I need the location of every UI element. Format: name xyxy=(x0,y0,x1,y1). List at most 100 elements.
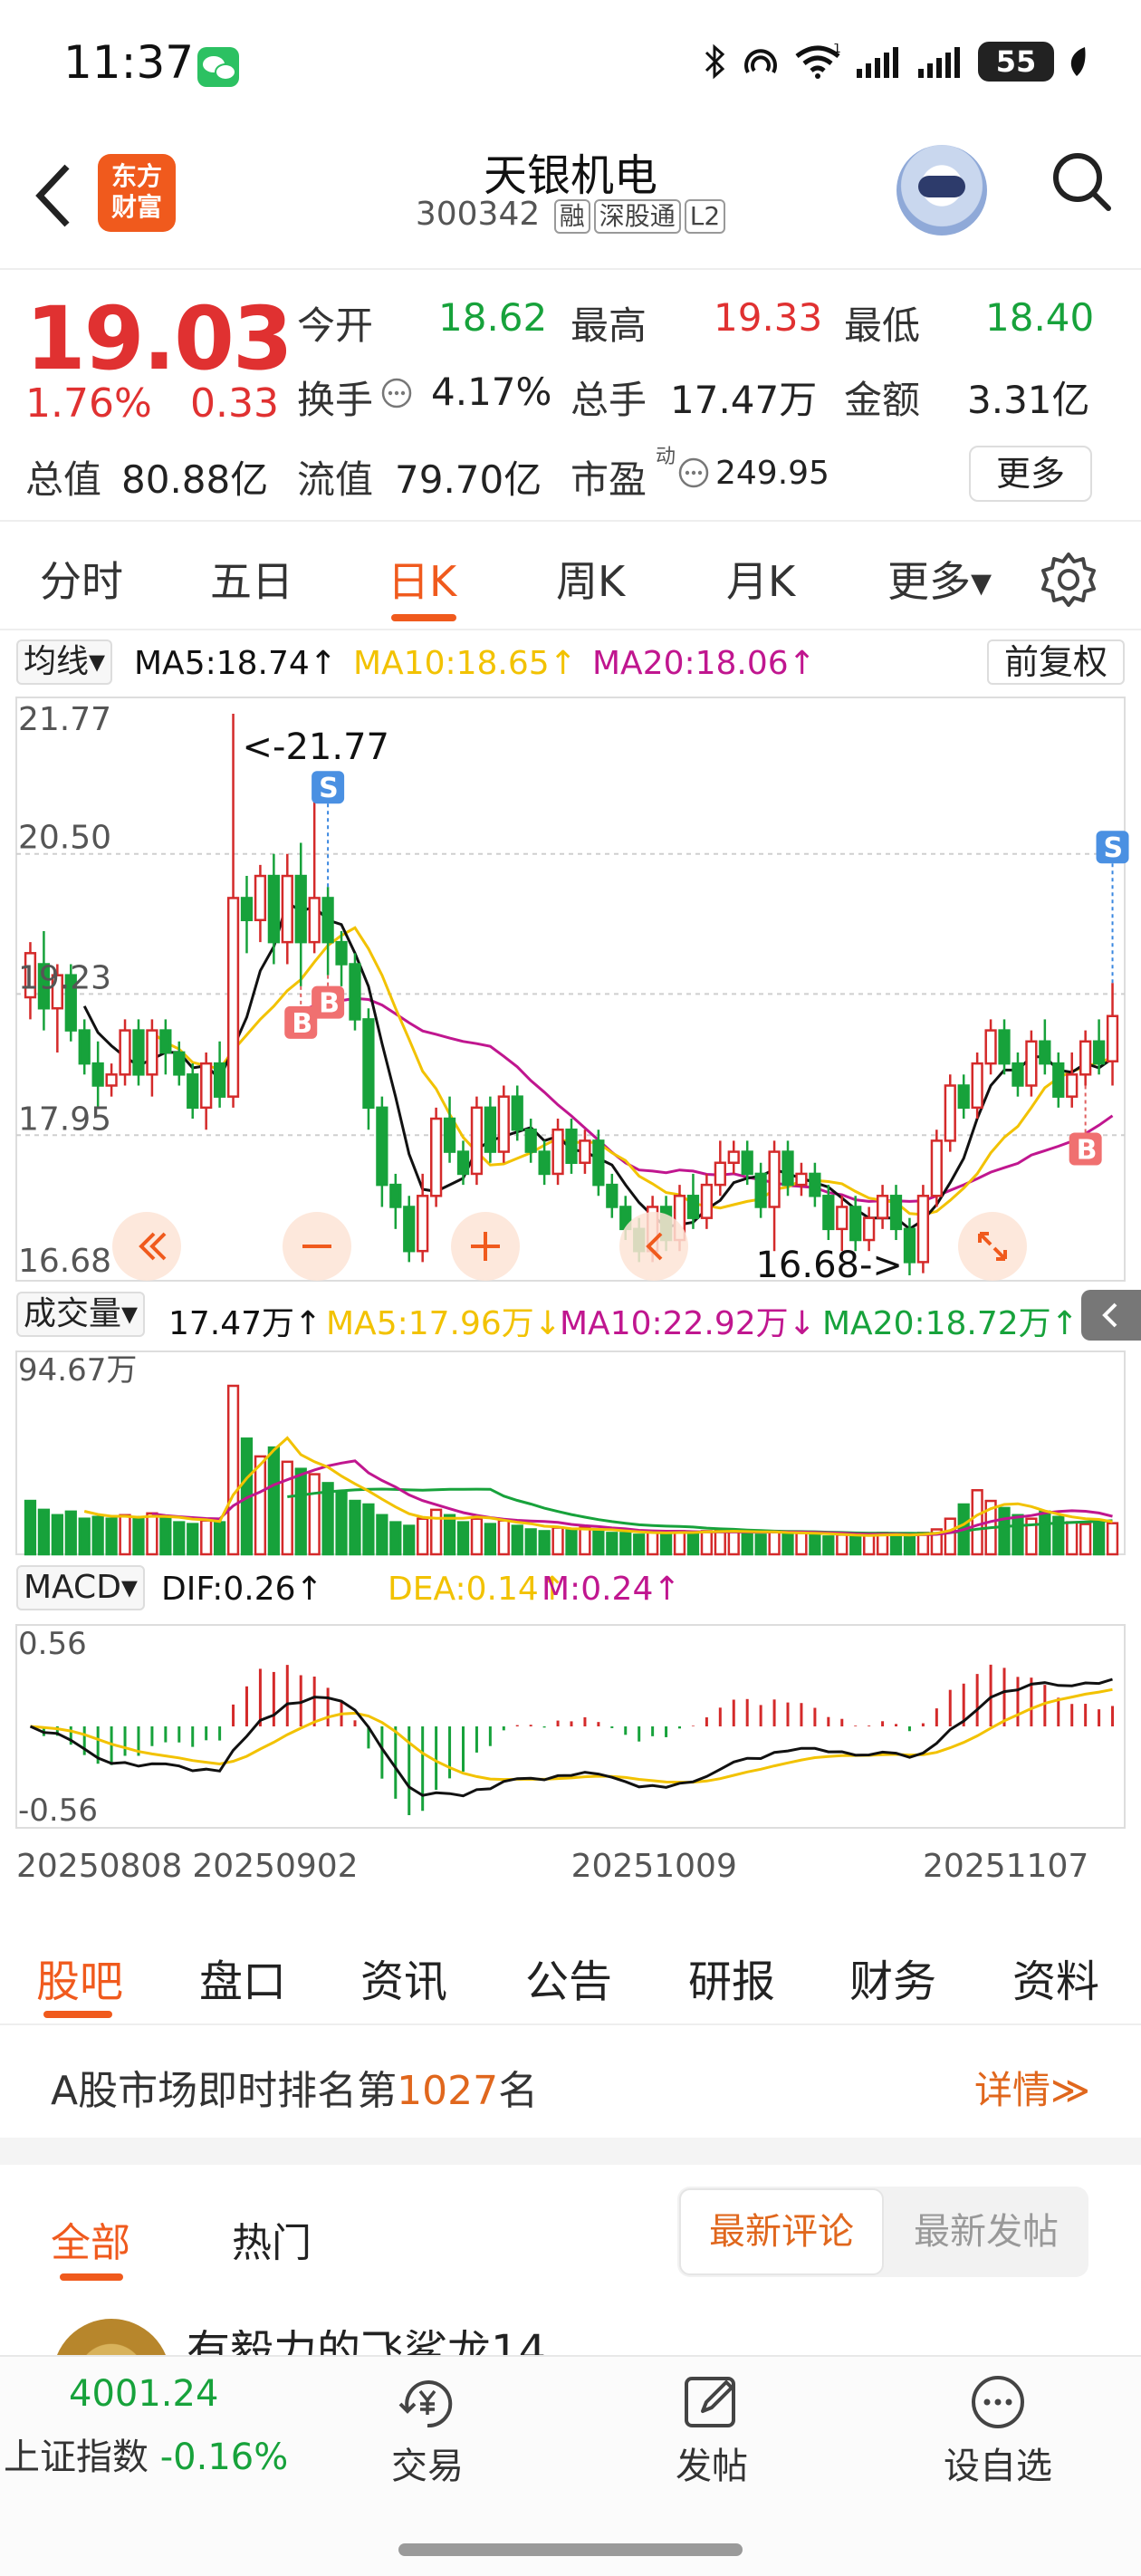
ranking-detail-link[interactable]: 详情≫ xyxy=(974,2060,1090,2115)
zoom-in-icon[interactable] xyxy=(451,1212,520,1281)
index-info[interactable]: 上证指数 -0.16% xyxy=(4,2427,288,2480)
tab-announcements[interactable]: 公告 xyxy=(525,1946,612,2009)
candle-body xyxy=(957,1084,970,1110)
volume-bar xyxy=(417,1517,429,1556)
low-value: 18.40 xyxy=(985,295,1095,340)
chart-area: 均线▾ MA5:18.74↑ MA10:18.65↑ MA20:18.06↑ 前… xyxy=(0,632,1141,1918)
candle-body xyxy=(754,1172,767,1208)
tab-daily-k[interactable]: 日K xyxy=(388,549,456,609)
volume-bar xyxy=(633,1533,646,1556)
double-left-icon[interactable] xyxy=(112,1212,181,1281)
gear-icon[interactable] xyxy=(1040,551,1098,609)
post-author[interactable]: 有毅力的飞鲨龙14 xyxy=(187,2330,546,2355)
nav-add-watchlist[interactable]: 设自选 xyxy=(925,2373,1070,2489)
candle-body xyxy=(200,1062,213,1110)
status-bar: 11:37 1 55 xyxy=(0,0,1141,136)
volume-bar xyxy=(659,1532,673,1556)
low-label: 最低 xyxy=(844,303,921,348)
k-y-ticks: 21.77 20.50 19.23 17.95 16.68 xyxy=(18,701,111,1280)
max-annotation: <-21.77 xyxy=(243,726,389,768)
candle-body xyxy=(1079,1040,1092,1076)
tab-profile[interactable]: 资料 xyxy=(1012,1946,1099,2009)
ranking-row[interactable]: A股市场即时排名第1027名 详情≫ xyxy=(0,2027,1141,2138)
candle-body xyxy=(308,897,321,944)
nav-trade[interactable]: 交易 xyxy=(355,2373,500,2489)
tab-news[interactable]: 资讯 xyxy=(360,1946,447,2009)
post-avatar[interactable] xyxy=(53,2319,170,2355)
index-value[interactable]: 4001.24 xyxy=(69,2373,218,2415)
feed-tab-underline xyxy=(60,2273,123,2281)
volume-value: 17.47万 xyxy=(670,378,818,422)
volume-bar xyxy=(321,1482,334,1556)
bottom-nav: 4001.24 上证指数 -0.16% 交易 发帖 设自选 xyxy=(0,2355,1141,2576)
tab-finance[interactable]: 财务 xyxy=(849,1946,936,2009)
adjust-button[interactable]: 前复权 xyxy=(987,639,1125,685)
volume-bar xyxy=(51,1514,63,1556)
candle-body xyxy=(511,1095,523,1131)
candle-body xyxy=(822,1195,835,1231)
robot-avatar-icon[interactable] xyxy=(896,145,987,235)
tab-weekly-k[interactable]: 周K xyxy=(556,549,625,609)
volume-bar xyxy=(565,1528,578,1556)
quote-panel: 19.03 1.76% 0.33 今开 18.62 最高 19.33 最低 18… xyxy=(0,272,1141,522)
sort-latest-comment[interactable]: 最新评论 xyxy=(679,2188,884,2275)
trade-marker-label: B xyxy=(292,1008,312,1040)
volume-selector[interactable]: 成交量▾ xyxy=(16,1292,146,1337)
volume-bar xyxy=(24,1499,37,1556)
tab-all-posts[interactable]: 全部 xyxy=(51,2210,130,2268)
tab-pankou[interactable]: 盘口 xyxy=(199,1946,286,2009)
volume-bar xyxy=(551,1526,564,1556)
turnover-rate-label: 换手 xyxy=(297,378,374,422)
volume-bar xyxy=(511,1524,523,1556)
candle-body xyxy=(579,1139,591,1165)
candlestick-chart[interactable]: 21.7720.5019.2317.9516.68 SBBSB <-21.77 … xyxy=(0,696,1141,1284)
tab-more[interactable]: 更多▾ xyxy=(887,549,992,609)
tab-research[interactable]: 研报 xyxy=(688,1946,775,2009)
macd-chart[interactable]: 0.56 -0.56 20250808 20250902 20251009 20251… xyxy=(0,1623,1141,1918)
candle-body xyxy=(349,963,361,1021)
period-tabs: 分时 五日 日K 周K 月K 更多▾ xyxy=(0,524,1141,630)
pe-info-icon[interactable] xyxy=(677,457,710,489)
macd-selector[interactable]: MACD▾ xyxy=(16,1565,145,1610)
candle-body xyxy=(863,1216,876,1242)
volume-bar xyxy=(429,1508,443,1556)
volume-bar xyxy=(795,1532,808,1556)
battery-icon: 55 xyxy=(978,42,1054,82)
candle-body xyxy=(267,874,280,944)
candle-body xyxy=(781,1150,794,1187)
nav-post[interactable]: 发帖 xyxy=(639,2373,784,2489)
volume-bar xyxy=(281,1460,293,1556)
tab-hot-posts[interactable]: 热门 xyxy=(232,2210,312,2268)
vol-ma20-legend: MA20:18.72万↑ xyxy=(822,1305,1079,1342)
status-time: 11:37 xyxy=(63,36,195,89)
sort-latest-post[interactable]: 最新发帖 xyxy=(886,2188,1087,2275)
macd-max-tick: 0.56 xyxy=(18,1626,87,1662)
volume-chart[interactable]: 94.67万 xyxy=(0,1350,1141,1558)
candle-body xyxy=(984,1029,997,1065)
tab-intraday[interactable]: 分时 xyxy=(40,549,123,609)
volume-bar xyxy=(119,1514,131,1556)
candle-body xyxy=(1106,1014,1119,1062)
candle-body xyxy=(836,1206,849,1231)
left-icon[interactable] xyxy=(619,1212,688,1281)
leaf-icon xyxy=(1070,47,1086,76)
candle-body xyxy=(132,1029,145,1076)
collapse-panel-button[interactable] xyxy=(1081,1290,1141,1341)
tab-five-day[interactable]: 五日 xyxy=(210,549,293,609)
ma-selector[interactable]: 均线▾ xyxy=(16,639,113,685)
volume-bar xyxy=(727,1530,740,1556)
search-icon[interactable] xyxy=(1049,149,1114,214)
volume-bar xyxy=(308,1473,321,1556)
volume-bar xyxy=(187,1523,199,1556)
home-indicator[interactable] xyxy=(398,2543,743,2556)
more-button[interactable]: 更多 xyxy=(969,446,1092,502)
zoom-out-icon[interactable] xyxy=(283,1212,351,1281)
volume-bar xyxy=(91,1515,104,1556)
tab-monthly-k[interactable]: 月K xyxy=(726,549,795,609)
tab-guba[interactable]: 股吧 xyxy=(36,1946,123,2009)
k-trade-markers: SBBSB xyxy=(284,771,1129,1166)
expand-icon[interactable] xyxy=(958,1212,1027,1281)
info-icon[interactable] xyxy=(380,377,413,409)
volume-bar xyxy=(254,1455,267,1556)
x-axis-ticks: 20250808 20250902 20251009 20251107 xyxy=(16,1848,1088,1885)
